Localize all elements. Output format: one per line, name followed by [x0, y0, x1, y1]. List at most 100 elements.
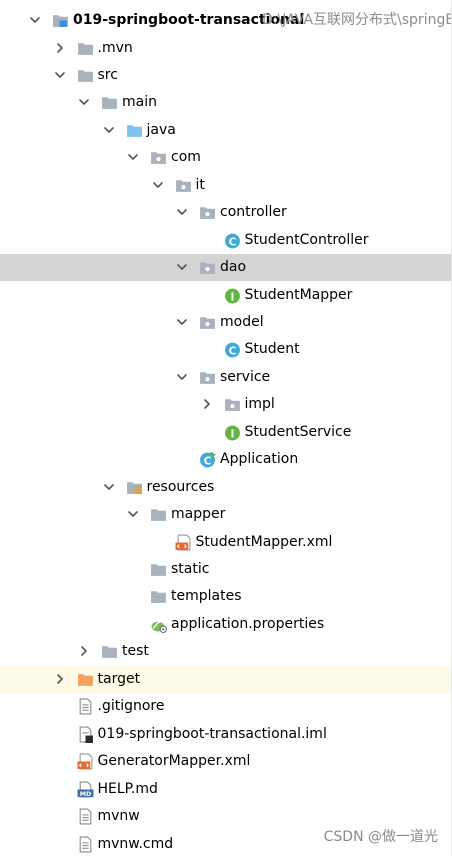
iml-file-icon — [77, 726, 94, 743]
tree-item-label: templates — [171, 588, 242, 605]
tree-row-generatormapper-xml[interactable]: GeneratorMapper.xml — [0, 748, 452, 775]
chevron-down-icon[interactable] — [152, 179, 164, 191]
tree-item-label: mvnw — [97, 808, 140, 824]
tree-item-label: StudentMapper.xml — [195, 533, 333, 550]
class-icon: C — [224, 232, 241, 249]
chevron-down-icon[interactable] — [176, 261, 188, 273]
interface-icon: I — [224, 424, 241, 441]
tree-item-label: Application — [220, 451, 299, 468]
chevron-down-icon[interactable] — [54, 69, 66, 81]
tree-row-application-properties[interactable]: application.properties — [0, 611, 452, 638]
tree-row-resources[interactable]: resources — [0, 474, 452, 501]
chevron-down-icon[interactable] — [127, 151, 139, 163]
tree-row-mapper[interactable]: mapper — [0, 501, 452, 528]
tree-item-label: src — [97, 66, 118, 83]
tree-row-java[interactable]: java — [0, 117, 452, 144]
package-icon — [150, 149, 167, 166]
tree-item-label: model — [220, 313, 264, 330]
tree-row-help-md[interactable]: MD HELP.md — [0, 776, 452, 803]
tree-item-label: it — [195, 176, 205, 193]
tree-row-main[interactable]: main — [0, 89, 452, 116]
text-file-icon — [77, 808, 94, 825]
tree-item-label: dao — [220, 259, 247, 275]
xml-file-icon — [175, 534, 192, 551]
package-icon — [199, 314, 216, 331]
tree-row-target[interactable]: target — [0, 665, 452, 693]
package-icon — [199, 369, 216, 386]
svg-text:C: C — [204, 454, 212, 467]
chevron-down-icon[interactable] — [176, 371, 188, 383]
folder-icon — [101, 643, 118, 660]
tree-row-mvn[interactable]: .mvn — [0, 35, 452, 62]
tree-row-impl[interactable]: impl — [0, 391, 452, 418]
tree-row-static[interactable]: static — [0, 556, 452, 583]
tree-item-label: application.properties — [171, 615, 325, 632]
folder-icon — [101, 94, 118, 111]
tree-item-label: resources — [146, 478, 215, 495]
tree-item-label: service — [220, 368, 271, 385]
tree-row-studentservice[interactable]: I StudentService — [0, 419, 452, 446]
tree-item-label: .mvn — [97, 39, 133, 56]
project-path: D:\JAVA互联网分布式\springB — [262, 12, 452, 28]
tree-row-student[interactable]: C Student — [0, 336, 452, 363]
tree-row-controller[interactable]: controller — [0, 199, 452, 226]
module-folder-icon — [52, 12, 69, 29]
tree-row-it[interactable]: it — [0, 172, 452, 199]
chevron-right-icon[interactable] — [54, 673, 66, 685]
tree-row-model[interactable]: model — [0, 309, 452, 336]
tree-row-application[interactable]: C Application — [0, 446, 452, 473]
tree-item-label: Student — [244, 341, 300, 358]
svg-text:I: I — [230, 427, 234, 440]
tree-item-label: test — [122, 643, 149, 660]
text-file-icon — [77, 698, 94, 715]
markdown-file-icon: MD — [77, 781, 94, 798]
package-icon — [224, 396, 241, 413]
tree-item-label: .gitignore — [97, 698, 165, 715]
tree-item-label: main — [122, 94, 157, 111]
tree-row-gitignore[interactable]: .gitignore — [0, 693, 452, 720]
spring-properties-icon — [150, 616, 167, 633]
chevron-right-icon[interactable] — [201, 398, 213, 410]
chevron-down-icon[interactable] — [29, 14, 41, 26]
chevron-down-icon[interactable] — [103, 124, 115, 136]
chevron-down-icon[interactable] — [176, 316, 188, 328]
tree-item-label: target — [97, 670, 141, 687]
package-icon — [199, 204, 216, 221]
chevron-down-icon[interactable] — [78, 96, 90, 108]
chevron-right-icon[interactable] — [54, 42, 66, 54]
tree-item-label: StudentController — [244, 231, 369, 248]
svg-text:I: I — [230, 290, 234, 303]
source-folder-icon — [126, 122, 143, 139]
tree-item-label: controller — [220, 204, 287, 221]
excluded-folder-icon — [77, 671, 94, 688]
tree-row-studentcontroller[interactable]: C StudentController — [0, 227, 452, 254]
tree-row-dao[interactable]: dao — [0, 254, 452, 281]
watermark: CSDN @做一道光 — [323, 829, 438, 845]
package-icon — [175, 177, 192, 194]
chevron-down-icon[interactable] — [176, 206, 188, 218]
tree-row-studentmapper-xml[interactable]: StudentMapper.xml — [0, 529, 452, 556]
tree-item-label: static — [171, 561, 210, 577]
svg-text:C: C — [228, 235, 236, 248]
tree-row-test[interactable]: test — [0, 638, 452, 665]
tree-row-studentmapper[interactable]: I StudentMapper — [0, 282, 452, 309]
tree-row-templates[interactable]: templates — [0, 583, 452, 610]
tree-row-service[interactable]: service — [0, 364, 452, 391]
svg-text:MD: MD — [79, 789, 91, 797]
tree-item-label: StudentMapper — [244, 286, 353, 303]
tree-item-label: mvnw.cmd — [97, 835, 174, 852]
folder-icon — [77, 67, 94, 84]
resources-folder-icon — [126, 479, 143, 496]
tree-row-com[interactable]: com — [0, 144, 452, 171]
tree-item-label: StudentService — [244, 423, 352, 440]
folder-icon — [77, 40, 94, 57]
tree-row-019-springboot-transactional[interactable]: 019-springboot-transactional D:\JAVA互联网分布… — [0, 7, 452, 34]
tree-row-src[interactable]: src — [0, 62, 452, 89]
interface-icon: I — [224, 287, 241, 304]
text-file-icon — [77, 836, 94, 853]
chevron-down-icon[interactable] — [103, 481, 115, 493]
tree-row-019-springboot-transactional-iml[interactable]: 019-springboot-transactional.iml — [0, 721, 452, 748]
tree-item-label: com — [171, 149, 201, 166]
chevron-down-icon[interactable] — [127, 508, 139, 520]
chevron-right-icon[interactable] — [78, 645, 90, 657]
